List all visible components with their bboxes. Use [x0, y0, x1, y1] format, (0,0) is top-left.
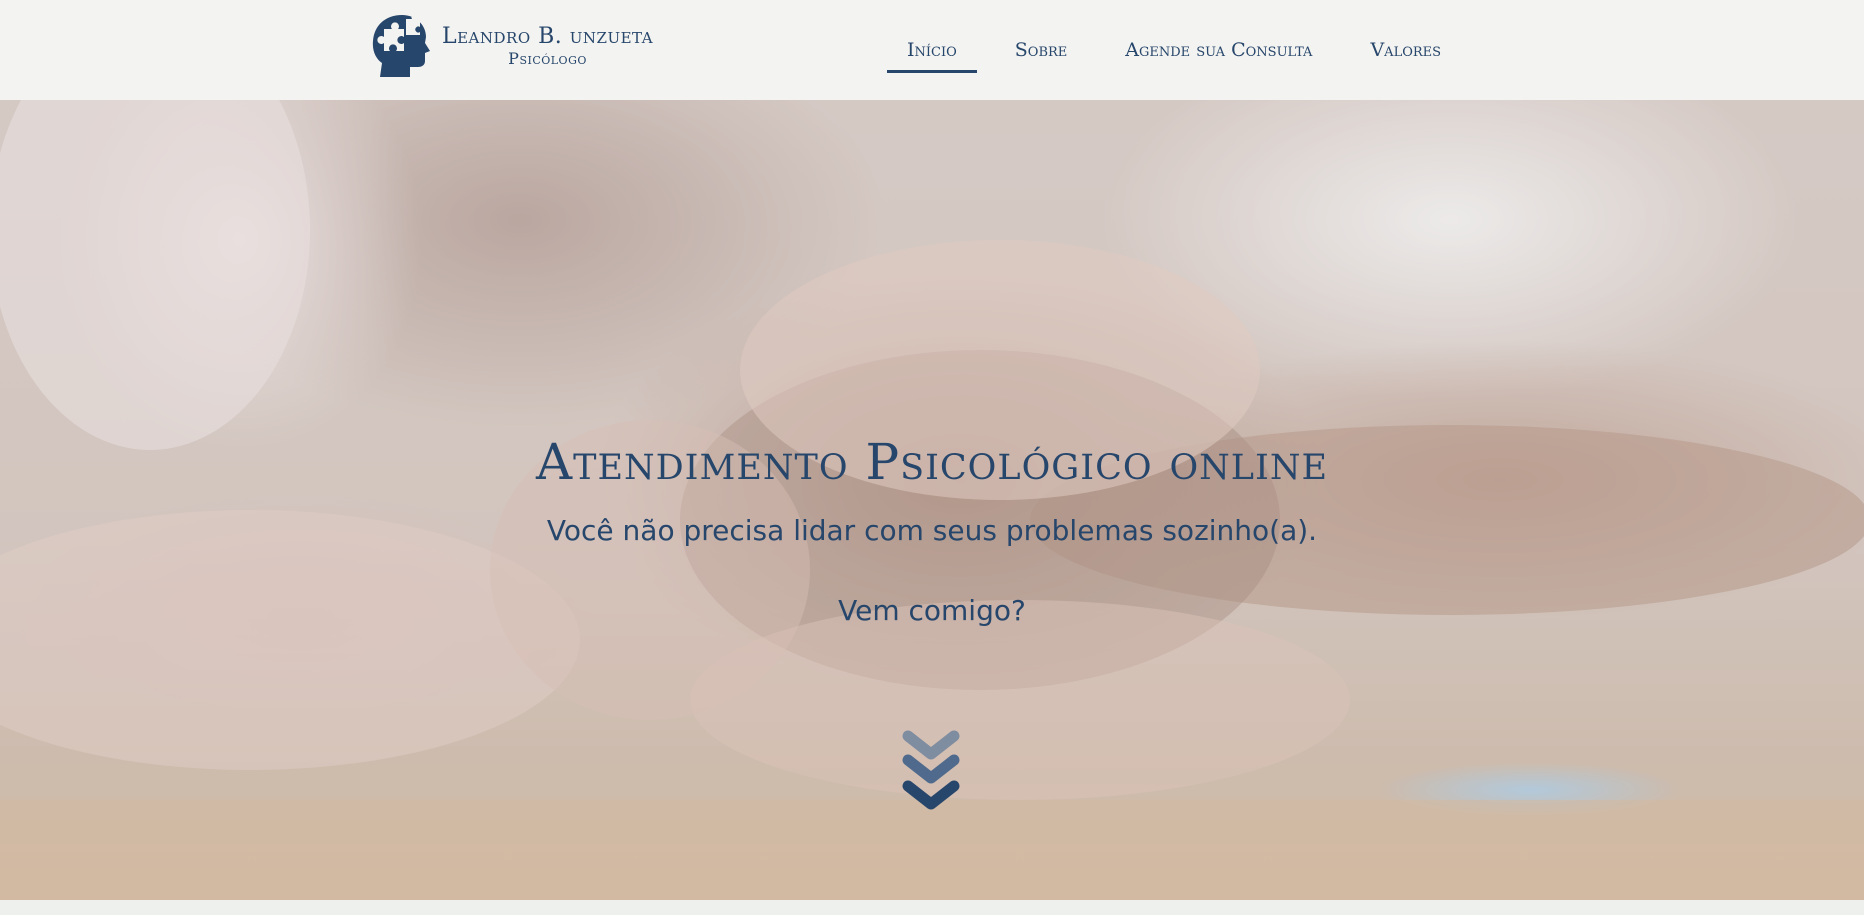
- hero-title: Atendimento Psicológico online: [535, 433, 1329, 491]
- nav-item-sobre[interactable]: Sobre: [995, 0, 1088, 100]
- logo-subtitle: Psicólogo: [508, 49, 587, 68]
- head-puzzle-icon: [372, 14, 430, 77]
- hero-section: Atendimento Psicológico online Você não …: [0, 100, 1864, 900]
- site-header: Leandro B. unzueta Psicólogo Início Sobr…: [0, 0, 1864, 100]
- triple-chevron-down-icon[interactable]: [902, 730, 960, 820]
- nav-item-inicio[interactable]: Início: [887, 0, 977, 100]
- logo-name: Leandro B. unzueta: [442, 24, 654, 49]
- next-section-edge: [0, 900, 1864, 915]
- hero-subtitle: Você não precisa lidar com seus problema…: [546, 514, 1318, 547]
- logo-link[interactable]: Leandro B. unzueta Psicólogo: [370, 10, 653, 82]
- main-nav: Início Sobre Agende sua Consulta Valores: [887, 0, 1479, 100]
- nav-item-agende-consulta[interactable]: Agende sua Consulta: [1105, 0, 1332, 100]
- hero-question: Vem comigo?: [838, 594, 1026, 627]
- logo-text: Leandro B. unzueta Psicólogo: [442, 24, 653, 68]
- nav-item-valores[interactable]: Valores: [1350, 0, 1461, 100]
